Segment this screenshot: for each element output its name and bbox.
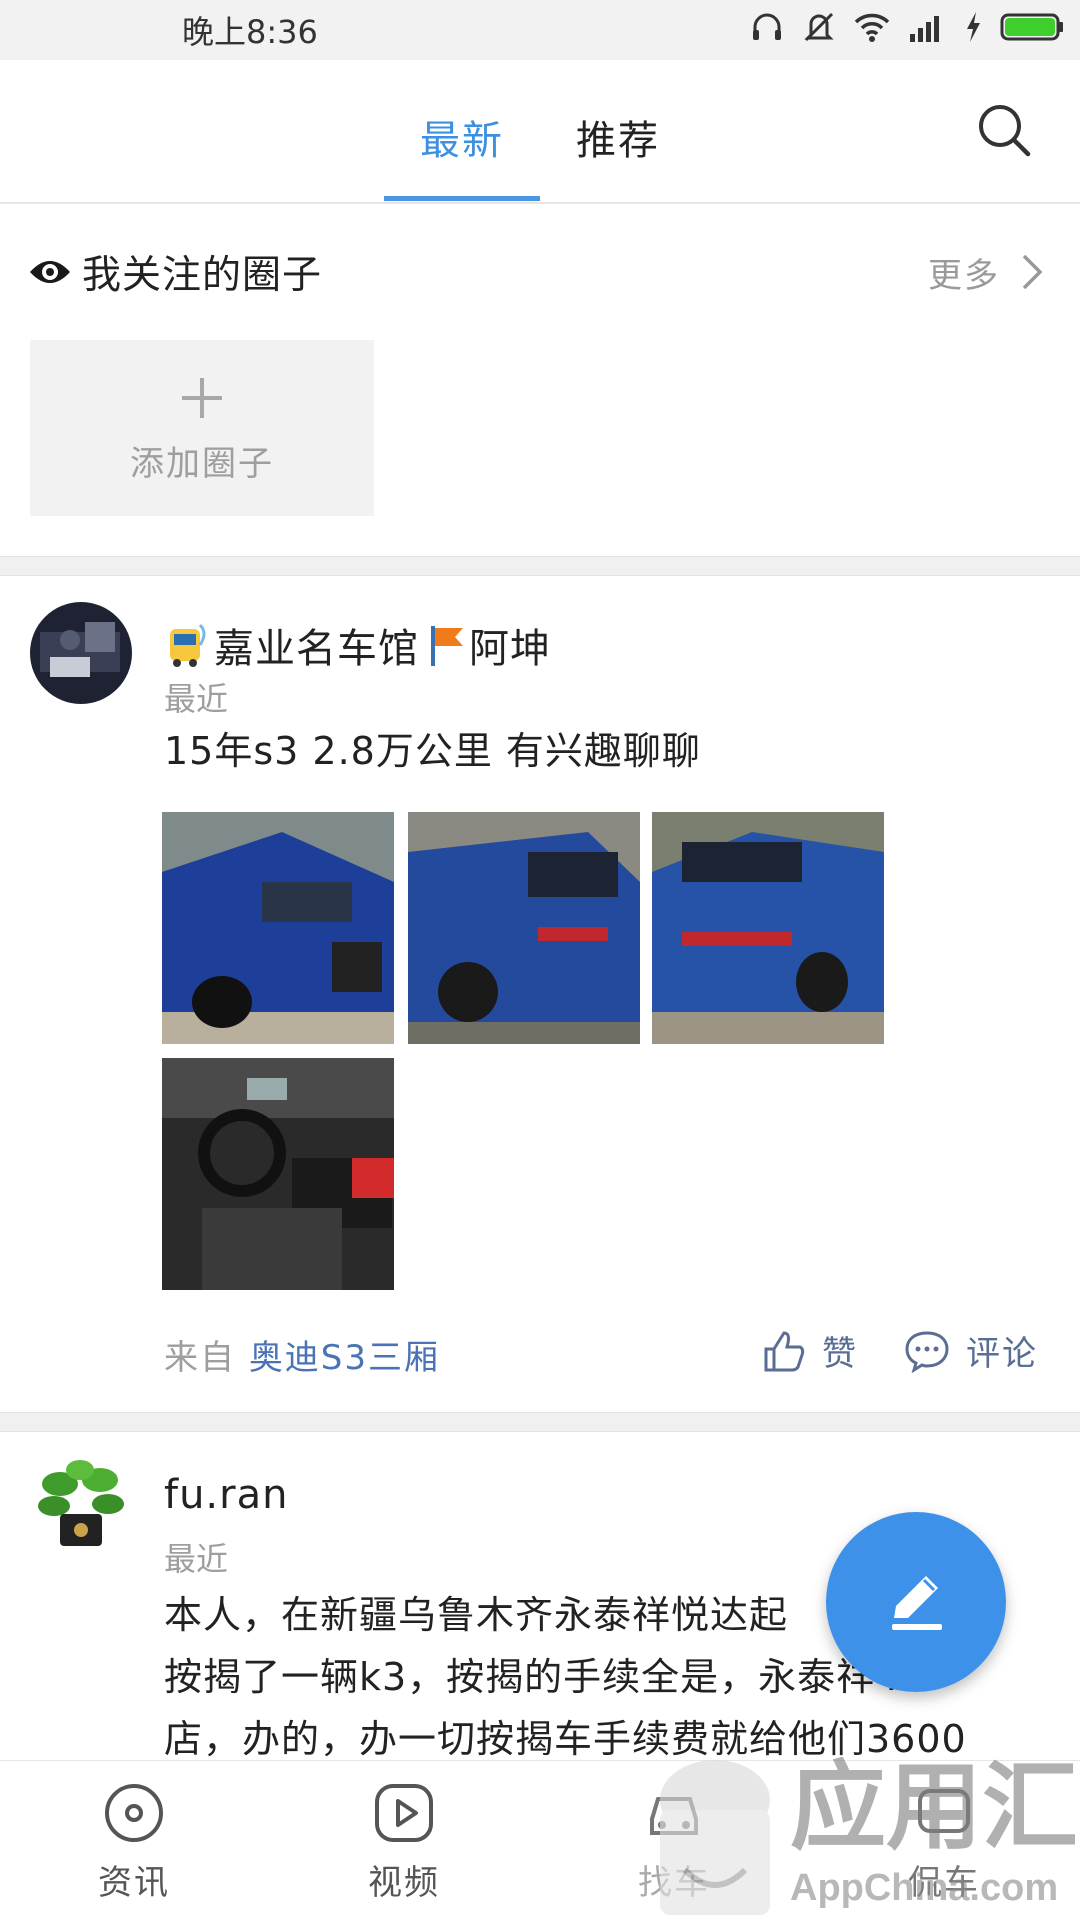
status-time: 晚上8:36: [182, 13, 318, 51]
search-icon[interactable]: [976, 102, 1032, 158]
add-circle-label: 添加圈子: [130, 444, 274, 484]
signal-icon: [910, 16, 939, 42]
wifi-icon: [854, 13, 890, 42]
comment-label: 评论: [966, 1334, 1038, 1374]
nav-video[interactable]: 视频: [334, 1781, 474, 1904]
divider: [0, 1412, 1080, 1432]
post-image-4[interactable]: [162, 1058, 394, 1290]
avatar[interactable]: [30, 602, 132, 704]
post-source: 来自 奥迪S3三厢: [164, 1330, 440, 1379]
mute-icon: [804, 12, 834, 42]
comment-button[interactable]: 评论: [904, 1326, 1038, 1375]
headphone-icon: [753, 13, 781, 40]
thumbs-up-icon: [764, 1330, 805, 1371]
post-image-1[interactable]: [162, 812, 394, 1044]
nav-video-label: 视频: [368, 1863, 440, 1903]
avatar[interactable]: [30, 1454, 132, 1556]
comment-icon: [905, 1330, 949, 1373]
tab-latest[interactable]: 最新: [420, 108, 504, 166]
author-suffix: 阿坤: [469, 626, 551, 672]
news-icon: [105, 1784, 163, 1842]
followed-circles-section: 我关注的圈子 更多 添加圈子: [0, 204, 1080, 554]
section-title: 我关注的圈子: [82, 253, 323, 298]
more-link[interactable]: 更多: [928, 248, 1000, 297]
plus-icon: [182, 378, 222, 418]
author-name-row[interactable]: 嘉业名车馆 阿坤: [164, 616, 551, 674]
pencil-icon: [892, 1576, 942, 1630]
like-button[interactable]: 赞: [762, 1326, 858, 1375]
video-icon: [375, 1784, 433, 1842]
post-image-2[interactable]: [408, 812, 640, 1044]
author-name: 嘉业名车馆: [214, 626, 419, 672]
appchina-watermark: 应用汇 AppChina.com: [640, 1740, 1080, 1920]
tab-recommend[interactable]: 推荐: [576, 108, 660, 166]
source-circle-link[interactable]: 奥迪S3三厢: [249, 1338, 440, 1378]
charging-icon: [967, 12, 980, 42]
post-time: 最近: [164, 1540, 229, 1578]
compose-post-button[interactable]: [826, 1512, 1006, 1692]
status-bar: 晚上8:36: [0, 0, 1080, 60]
post-content: 15年s3 2.8万公里 有兴趣聊聊: [164, 729, 701, 773]
screen: 晚上8:36 最新 推荐 我关注的圈子 更多 添加圈子 嘉业名车馆 阿坤 最近 …: [0, 0, 1080, 1920]
divider: [0, 556, 1080, 576]
watermark-en: AppChina.com: [790, 1867, 1058, 1909]
like-label: 赞: [822, 1334, 858, 1374]
post-card[interactable]: 嘉业名车馆 阿坤 最近 15年s3 2.8万公里 有兴趣聊聊 来自 奥迪S3三厢…: [0, 576, 1080, 1412]
nav-news[interactable]: 资讯: [64, 1781, 204, 1904]
source-prefix: 来自: [164, 1338, 236, 1378]
nav-news-label: 资讯: [98, 1863, 170, 1903]
add-circle-button[interactable]: 添加圈子: [30, 340, 374, 516]
bus-badge-icon: [170, 623, 206, 667]
post-image-3[interactable]: [652, 812, 884, 1044]
active-tab-indicator: [384, 196, 540, 201]
author-name[interactable]: fu.ran: [164, 1472, 288, 1518]
battery-icon: [1000, 13, 1063, 41]
status-icons: [750, 10, 1064, 44]
watermark-cn: 应用汇: [790, 1754, 1078, 1861]
chevron-right-icon[interactable]: [1020, 252, 1044, 292]
flag-icon: [431, 626, 463, 666]
eye-icon: [30, 261, 70, 283]
post-time: 最近: [164, 680, 229, 718]
top-tab-bar: 最新 推荐: [0, 60, 1080, 204]
